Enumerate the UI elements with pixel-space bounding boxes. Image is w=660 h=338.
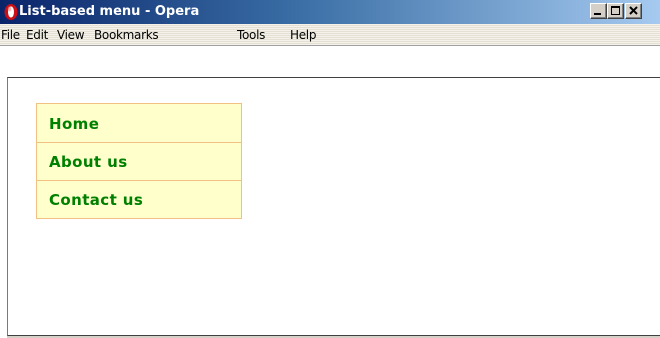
menu-list-item-about: About us <box>36 142 242 181</box>
menu-help[interactable]: Help <box>290 28 316 42</box>
window-title: List-based menu - Opera <box>19 4 200 19</box>
contact-us-link[interactable]: Contact us <box>49 192 143 209</box>
home-link[interactable]: Home <box>49 116 99 133</box>
maximize-button[interactable] <box>607 3 624 19</box>
title-bar[interactable]: List-based menu - Opera <box>0 0 660 24</box>
menu-list-item-contact: Contact us <box>36 180 242 219</box>
close-button[interactable] <box>625 3 642 19</box>
list-based-menu: Home About us Contact us <box>36 103 242 219</box>
menu-edit[interactable]: Edit <box>26 28 48 42</box>
window-frame-left <box>0 46 7 338</box>
menu-view[interactable]: View <box>57 28 85 42</box>
menu-tools[interactable]: Tools <box>237 28 265 42</box>
menu-bar: File Edit View Bookmarks Tools Help <box>0 24 660 46</box>
minimize-button[interactable] <box>590 3 607 19</box>
menu-file[interactable]: File <box>1 28 20 42</box>
menu-list-item-home: Home <box>36 103 242 143</box>
menu-bookmarks[interactable]: Bookmarks <box>94 28 159 42</box>
about-us-link[interactable]: About us <box>49 154 128 171</box>
browser-window: List-based menu - Opera File Edit View B… <box>0 0 660 338</box>
opera-logo-icon <box>3 3 19 21</box>
toolbar-area <box>0 46 660 77</box>
